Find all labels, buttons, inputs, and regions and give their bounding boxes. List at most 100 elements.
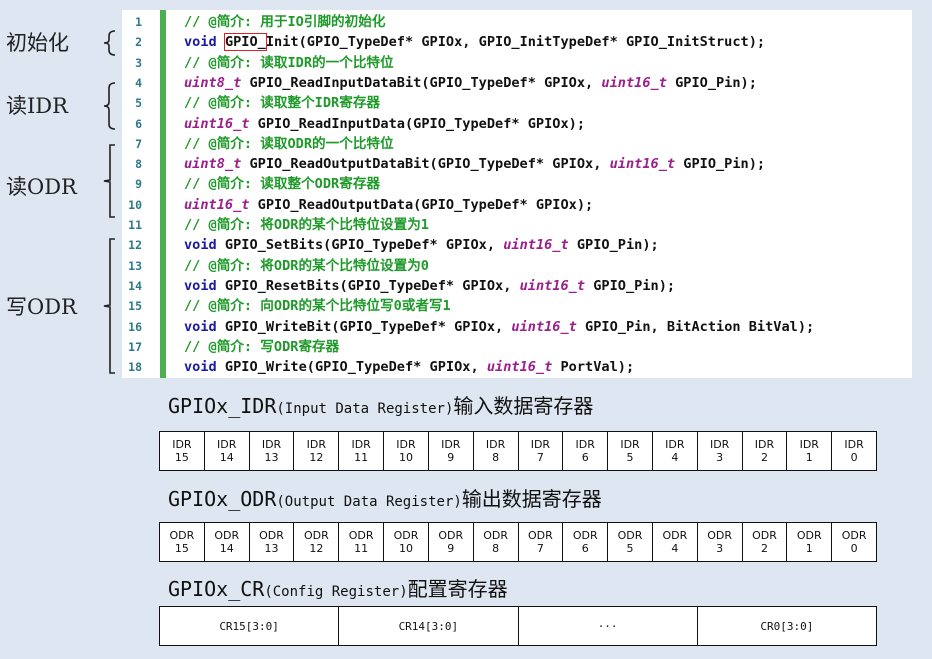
code-line[interactable]: 18 void GPIO_Write(GPIO_TypeDef* GPIOx, u… xyxy=(122,357,912,377)
idr-bit-cell: IDR 0 xyxy=(831,432,876,470)
code-token: GPIO_Pin); xyxy=(568,237,659,254)
code-line[interactable]: 2 void GPIO_Init(GPIO_TypeDef* GPIOx, GPI… xyxy=(122,32,912,52)
group-label-write-odr: 写ODR xyxy=(6,295,77,319)
odr-name: GPIOx_ODR xyxy=(168,487,277,511)
bit-name: IDR xyxy=(217,438,237,451)
code-text: // @简介: 写ODR寄存器 xyxy=(184,337,339,357)
bit-name: IDR xyxy=(485,438,506,451)
code-token: void xyxy=(184,318,217,335)
code-line[interactable]: 10 uint16_t GPIO_ReadOutputData(GPIO_Type… xyxy=(122,195,912,215)
line-number: 18 xyxy=(128,360,142,375)
idr-title: GPIOx_IDR(Input Data Register)输入数据寄存器 xyxy=(168,390,593,419)
code-line[interactable]: 12 void GPIO_SetBits(GPIO_TypeDef* GPIOx,… xyxy=(122,235,912,255)
code-line[interactable]: 16 void GPIO_WriteBit(GPIO_TypeDef* GPIOx… xyxy=(122,317,912,337)
code-token: GPIO_ReadInputDataBit(GPIO_TypeDef* GPIO… xyxy=(241,74,602,91)
line-number: 11 xyxy=(128,218,142,232)
code-token: // @简介: 将ODR的某个比特位设置为0 xyxy=(184,257,429,274)
code-token: // @简介: 写ODR寄存器 xyxy=(184,338,340,355)
bit-name: IDR xyxy=(665,438,685,451)
line-number: 4 xyxy=(135,75,142,90)
bit-number: 1 xyxy=(805,542,813,555)
code-text: // @简介: 将ODR的某个比特位设置为1 xyxy=(184,215,429,235)
cr-field-cell: CR0[3:0] xyxy=(696,607,876,645)
odr-bit-cell: ODR 0 xyxy=(831,523,876,561)
code-text: // @简介: 用于IO引脚的初始化 xyxy=(184,12,385,32)
odr-bit-cell: ODR 10 xyxy=(383,523,428,561)
code-line[interactable]: 4 uint8_t GPIO_ReadInputDataBit(GPIO_Type… xyxy=(122,73,912,93)
code-text: uint8_t GPIO_ReadInputDataBit(GPIO_TypeD… xyxy=(184,73,757,93)
idr-bit-cell: IDR 7 xyxy=(517,432,563,470)
bit-number: 11 xyxy=(354,542,369,555)
cr-cn: 配置寄存器 xyxy=(407,577,508,601)
code-text: void GPIO_Write(GPIO_TypeDef* GPIOx, uin… xyxy=(184,357,634,377)
idr-cn: 输入数据寄存器 xyxy=(453,394,594,418)
bit-name: IDR xyxy=(441,438,461,451)
code-line[interactable]: 15 // @简介: 向ODR的某个比特位写0或者写1 xyxy=(122,296,912,316)
odr-bit-cell: ODR 5 xyxy=(607,523,652,561)
odr-cn: 输出数据寄存器 xyxy=(461,487,602,511)
code-text: // @简介: 读取IDR的一个比特位 xyxy=(184,53,394,73)
cr-title: GPIOx_CR(Config Register)配置寄存器 xyxy=(168,573,508,602)
idr-bit-cell: IDR 6 xyxy=(562,432,607,470)
bit-name: IDR xyxy=(799,438,819,451)
odr-bit-cell: ODR 2 xyxy=(741,523,787,561)
code-text: uint8_t GPIO_ReadOutputDataBit(GPIO_Type… xyxy=(184,154,765,174)
idr-name: GPIOx_IDR xyxy=(168,394,277,418)
code-token: GPIO_ReadInputData(GPIO_TypeDef* GPIOx); xyxy=(249,115,586,132)
code-text: // @简介: 将ODR的某个比特位设置为0 xyxy=(184,256,429,276)
line-number: 15 xyxy=(128,299,142,314)
bit-number: 5 xyxy=(626,542,634,555)
code-token: uint8_t xyxy=(184,74,242,91)
bit-number: 2 xyxy=(760,451,768,464)
bit-number: 13 xyxy=(264,542,279,555)
code-text: void GPIO_SetBits(GPIO_TypeDef* GPIOx, u… xyxy=(184,235,659,255)
brace-icon xyxy=(103,82,116,130)
code-line[interactable]: 14 void GPIO_ResetBits(GPIO_TypeDef* GPIO… xyxy=(122,276,912,296)
cr-name: GPIOx_CR xyxy=(168,577,265,601)
idr-bit-cell: IDR 3 xyxy=(696,432,742,470)
odr-bit-cell: ODR 12 xyxy=(293,523,338,561)
line-number: 3 xyxy=(135,55,142,70)
code-token: Init(GPIO_TypeDef* GPIOx, GPIO_InitTypeD… xyxy=(265,34,766,51)
bit-name: ODR xyxy=(528,529,553,542)
idr-bit-cell: IDR 14 xyxy=(203,432,249,470)
code-line[interactable]: 5 // @简介: 读取整个IDR寄存器 xyxy=(122,93,912,113)
code-token: GPIO_SetBits(GPIO_TypeDef* GPIOx, xyxy=(216,237,504,254)
code-token: void xyxy=(184,277,217,294)
code-line[interactable]: 3 // @简介: 读取IDR的一个比特位 xyxy=(122,53,912,73)
bit-name: ODR xyxy=(752,529,777,542)
code-line[interactable]: 17 // @简介: 写ODR寄存器 xyxy=(122,337,912,357)
code-line[interactable]: 8 uint8_t GPIO_ReadOutputDataBit(GPIO_Typ… xyxy=(122,154,912,174)
idr-bit-cell: IDR 2 xyxy=(741,432,787,470)
odr-bit-cell: ODR 6 xyxy=(562,523,607,561)
bit-number: 4 xyxy=(671,542,679,555)
idr-bit-cell: IDR 9 xyxy=(427,432,473,470)
bit-number: 9 xyxy=(447,542,455,555)
cr-field-cell: ··· xyxy=(517,607,697,645)
odr-bit-cell: ODR 13 xyxy=(248,523,294,561)
code-token: GPIO_Pin); xyxy=(666,74,757,91)
code-line[interactable]: 9 // @简介: 读取整个ODR寄存器 xyxy=(122,174,912,194)
code-editor[interactable]: 1 // @简介: 用于IO引脚的初始化 2 void GPIO_Init(GPIO_… xyxy=(122,10,912,378)
idr-bit-cell: IDR 5 xyxy=(607,432,652,470)
code-line[interactable]: 1 // @简介: 用于IO引脚的初始化 xyxy=(122,12,912,32)
code-line[interactable]: 11 // @简介: 将ODR的某个比特位设置为1 xyxy=(122,215,912,235)
code-token: uint16_t xyxy=(519,277,586,294)
bit-name: ODR xyxy=(348,529,374,542)
code-line[interactable]: 6 uint16_t GPIO_ReadInputData(GPIO_TypeDe… xyxy=(122,114,912,134)
code-line[interactable]: 13 // @简介: 将ODR的某个比特位设置为0 xyxy=(122,256,912,276)
code-text: uint16_t GPIO_ReadInputData(GPIO_TypeDef… xyxy=(184,114,585,134)
bit-name: ODR xyxy=(617,529,643,542)
bit-number: 7 xyxy=(536,451,544,464)
idr-bit-cell: IDR 12 xyxy=(293,432,338,470)
bit-number: 12 xyxy=(309,542,324,555)
code-token: uint16_t xyxy=(184,115,250,132)
odr-bit-cell: ODR 1 xyxy=(786,523,831,561)
bit-number: 10 xyxy=(398,542,413,555)
code-text: // @简介: 读取整个ODR寄存器 xyxy=(184,174,380,194)
bit-name: ODR xyxy=(796,529,822,542)
line-number: 5 xyxy=(135,96,142,111)
bit-name: ODR xyxy=(214,529,240,542)
code-line[interactable]: 7 // @简介: 读取ODR的一个比特位 xyxy=(122,134,912,154)
code-token: GPIO_ResetBits(GPIO_TypeDef* GPIOx, xyxy=(216,277,520,294)
